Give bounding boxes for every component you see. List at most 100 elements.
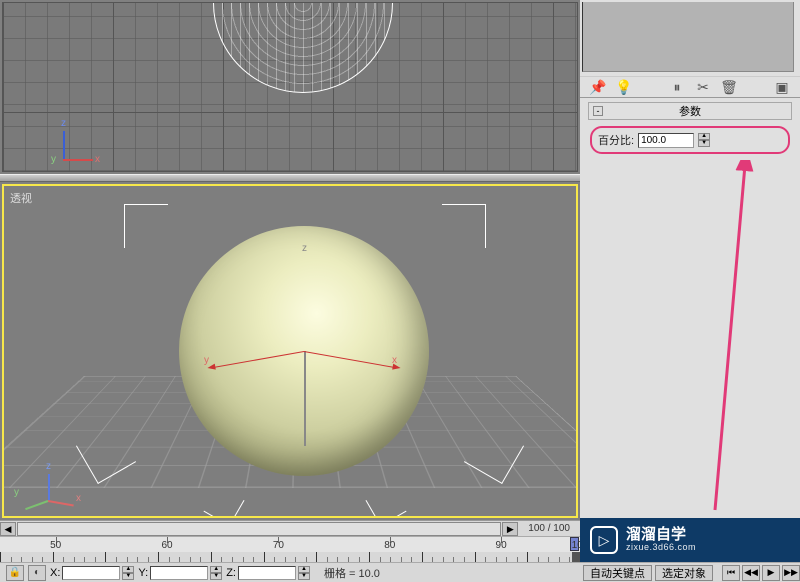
fine-tick (453, 557, 454, 562)
timeline-ruler[interactable]: 5060708090100 (0, 536, 580, 552)
fine-tick (200, 557, 201, 562)
fine-tick (221, 557, 222, 562)
fine-tick (496, 557, 497, 562)
ruler-label: 80 (384, 540, 395, 551)
light-icon[interactable]: 💡 (614, 79, 634, 95)
rollout-header[interactable]: - 参数 (588, 102, 792, 120)
fine-tick (274, 557, 275, 562)
viewport-divider[interactable] (0, 174, 580, 182)
fine-tick (243, 557, 244, 562)
lock-selection-icon[interactable]: 🔒 (6, 565, 24, 581)
timeline-ticks[interactable] (0, 552, 580, 562)
coord-z-spinner[interactable]: ▲▼ (298, 566, 310, 580)
selection-mode-button[interactable]: 选定对象 (655, 565, 713, 581)
viewport-top[interactable]: z x y (2, 2, 578, 172)
percent-input[interactable] (638, 133, 694, 148)
coord-y-field: Y: ▲▼ (138, 566, 222, 580)
annotation-arrow-icon (620, 160, 780, 530)
play-icon[interactable]: ▶ (762, 565, 780, 581)
coord-y-input[interactable] (150, 566, 208, 580)
fine-tick (190, 557, 191, 562)
fine-tick (485, 557, 486, 562)
axis-x-label: x (76, 493, 81, 504)
trash-icon[interactable]: 🗑 (719, 79, 739, 95)
fine-tick (316, 552, 317, 562)
fine-tick (295, 557, 296, 562)
keyframe-toggle-icon[interactable]: ◐ (28, 565, 46, 581)
coord-x-input[interactable] (62, 566, 120, 580)
axis-y-label: y (14, 487, 19, 498)
fine-tick (63, 557, 64, 562)
gizmo-y-label: y (204, 355, 209, 366)
coord-z-input[interactable] (238, 566, 296, 580)
coord-x-field: X: ▲▼ (50, 566, 134, 580)
viewport-label: 透视 (10, 190, 32, 206)
selection-bracket (124, 204, 168, 248)
fine-tick (527, 552, 528, 562)
fine-tick (380, 557, 381, 562)
scroll-left-button[interactable]: ◀ (0, 522, 16, 536)
fine-tick (169, 557, 170, 562)
timeline-end-icon (572, 552, 580, 562)
panel-icon-row: 📌 💡 ⏸ ✂ 🗑 ▣ (580, 76, 800, 98)
percent-row-highlight: 百分比: ▲▼ (590, 126, 790, 154)
fine-tick (432, 557, 433, 562)
coord-y-spinner[interactable]: ▲▼ (210, 566, 222, 580)
fine-tick (105, 552, 106, 562)
scroll-track[interactable] (17, 522, 501, 536)
fine-tick (0, 552, 1, 562)
fine-tick (538, 557, 539, 562)
coord-z-label: Z: (226, 567, 236, 579)
auto-key-button[interactable]: 自动关键点 (583, 565, 652, 581)
fine-tick (401, 557, 402, 562)
ruler-label: 50 (50, 540, 61, 551)
fine-tick (359, 557, 360, 562)
percent-spinner[interactable]: ▲▼ (698, 133, 710, 147)
ruler-label: 90 (496, 540, 507, 551)
fine-tick (390, 557, 391, 562)
watermark-logo-icon: ▷ (590, 526, 618, 554)
next-frame-icon[interactable]: ▶▶ (782, 565, 800, 581)
fine-tick (306, 557, 307, 562)
fine-tick (569, 557, 570, 562)
fine-tick (127, 557, 128, 562)
fine-tick (475, 552, 476, 562)
config-icon[interactable]: ▣ (772, 79, 792, 95)
status-bar: 🔒 ◐ X: ▲▼ Y: ▲▼ Z: ▲▼ 栅格 = 10.0 (0, 562, 580, 582)
fine-tick (32, 557, 33, 562)
axis-z-label: z (61, 118, 66, 129)
fine-tick (42, 557, 43, 562)
fine-tick (211, 552, 212, 562)
timeline-scrollbar[interactable]: ◀ ▶ 100 / 100 (0, 520, 580, 536)
selection-bracket (204, 486, 245, 518)
goto-start-icon[interactable]: ⏮ (722, 565, 740, 581)
scissors-icon[interactable]: ✂ (693, 79, 713, 95)
bottom-right-status: 自动关键点 选定对象 ⏮ ◀◀ ▶ ▶▶ (580, 562, 800, 582)
pause-icon[interactable]: ⏸ (667, 79, 687, 95)
coord-x-spinner[interactable]: ▲▼ (122, 566, 134, 580)
fine-tick (21, 557, 22, 562)
ruler-label: 60 (161, 540, 172, 551)
fine-tick (232, 557, 233, 562)
fine-tick (559, 557, 560, 562)
transform-gizmo[interactable]: z x y (304, 351, 305, 352)
axis-y-label: y (51, 154, 56, 165)
grid-size-label: 栅格 = 10.0 (314, 565, 380, 581)
pin-icon[interactable]: 📌 (588, 79, 608, 95)
fine-tick (548, 557, 549, 562)
watermark-brand: 溜溜自学 (626, 527, 696, 544)
viewport-perspective[interactable]: 透视 z x y z x y (2, 184, 578, 518)
watermark-url: zixue.3d66.com (626, 543, 696, 553)
fine-tick (264, 552, 265, 562)
prev-frame-icon[interactable]: ◀◀ (742, 565, 760, 581)
rollout-collapse-icon[interactable]: - (593, 106, 603, 116)
fine-tick (148, 557, 149, 562)
fine-tick (411, 557, 412, 562)
fine-tick (95, 557, 96, 562)
ruler-label: 70 (273, 540, 284, 551)
percent-label: 百分比: (598, 132, 634, 148)
axis-z-label: z (46, 461, 51, 472)
scroll-right-button[interactable]: ▶ (502, 522, 518, 536)
parameters-panel: - 参数 百分比: ▲▼ (588, 102, 792, 160)
fine-tick (74, 557, 75, 562)
